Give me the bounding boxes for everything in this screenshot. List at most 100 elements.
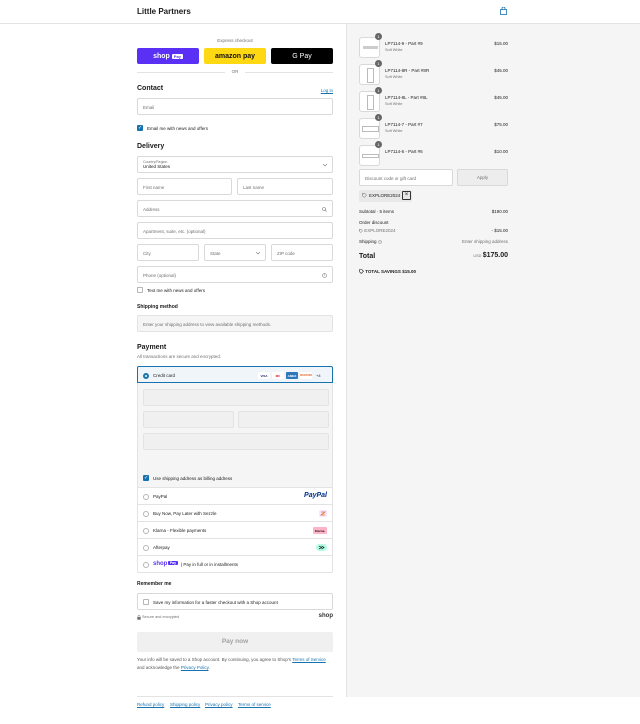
sezzle-radio[interactable] bbox=[143, 511, 149, 517]
shop-pay-button[interactable]: shop Pay bbox=[137, 48, 199, 64]
terms-of-service-footer-link[interactable]: Terms of service bbox=[238, 702, 271, 707]
city-field[interactable]: City bbox=[137, 244, 199, 261]
quantity-badge: 1 bbox=[375, 141, 382, 148]
discover-logo: DISCOVER bbox=[300, 372, 312, 379]
last-name-field[interactable]: Last name bbox=[237, 178, 333, 195]
country-select[interactable]: Country/Region United States bbox=[137, 156, 333, 173]
apply-button[interactable]: Apply bbox=[457, 169, 508, 186]
login-link[interactable]: Log in bbox=[321, 88, 333, 93]
phone-field[interactable]: Phone (optional) ? bbox=[137, 266, 333, 283]
lock-icon bbox=[137, 615, 141, 620]
help-icon[interactable]: ? bbox=[377, 240, 382, 244]
remember-me-title: Remember me bbox=[137, 581, 172, 587]
product-variant: Soft White bbox=[385, 48, 403, 52]
product-thumbnail bbox=[359, 91, 380, 112]
mastercard-logo: MC bbox=[272, 372, 284, 379]
legal-text-and: and acknowledge the bbox=[137, 664, 180, 670]
card-name-field[interactable] bbox=[143, 433, 329, 450]
terms-of-service-link[interactable]: Terms of Service bbox=[292, 657, 326, 662]
address-field[interactable]: Address bbox=[137, 200, 333, 217]
google-pay-label: G Pay bbox=[292, 52, 312, 60]
privacy-policy-link[interactable]: Privacy Policy bbox=[181, 665, 209, 670]
card-expiry-field[interactable] bbox=[143, 411, 234, 428]
shop-pay-installments-label: | Pay in full or in installments bbox=[181, 562, 238, 567]
shopping-bag-icon[interactable] bbox=[500, 7, 507, 15]
text-news-checkbox[interactable] bbox=[137, 287, 143, 293]
card-cvv-field[interactable] bbox=[238, 411, 329, 428]
remember-me-checkbox[interactable] bbox=[143, 599, 149, 605]
subtotal-label: Subtotal · 5 items bbox=[359, 209, 395, 214]
svg-text:?: ? bbox=[324, 274, 326, 278]
paypal-option[interactable]: PayPal PayPal bbox=[137, 488, 333, 505]
shipping-method-title: Shipping method bbox=[137, 304, 178, 310]
total-value-wrap: USD $175.00 bbox=[473, 252, 508, 259]
shipping-label: Shipping bbox=[359, 239, 377, 244]
billing-same-label: Use shipping address as billing address bbox=[153, 476, 233, 481]
help-icon[interactable]: ? bbox=[322, 273, 327, 278]
amazon-pay-label: amazon pay bbox=[214, 52, 256, 60]
refund-policy-link[interactable]: Refund policy bbox=[137, 702, 164, 707]
sezzle-logo-icon bbox=[319, 510, 327, 517]
quantity-badge: 1 bbox=[375, 114, 382, 121]
paypal-radio[interactable] bbox=[143, 494, 149, 500]
currency-code: USD bbox=[473, 254, 482, 258]
afterpay-logo-icon bbox=[316, 544, 327, 551]
credit-card-option[interactable]: Credit card VISA MC AMEX DISCOVER +4 bbox=[137, 366, 333, 383]
shop-pay-installments-logo: shop Pay bbox=[153, 561, 178, 567]
shipping-policy-link[interactable]: Shipping policy bbox=[170, 702, 200, 707]
visa-logo: VISA bbox=[258, 372, 270, 379]
cart-item: 1 LP7114-7 - Part #7 Soft White $75.00 bbox=[359, 114, 508, 140]
shop-pay-installments-logo-text: shop bbox=[153, 561, 168, 567]
legal-text-body: Your info will be saved to a Shop accoun… bbox=[137, 657, 292, 662]
afterpay-option[interactable]: Afterpay bbox=[137, 539, 333, 556]
total-label: Total bbox=[359, 253, 376, 260]
secure-encrypted-label: Secure and encrypted bbox=[142, 615, 180, 619]
or-divider: OR bbox=[137, 69, 333, 74]
footer-divider bbox=[137, 696, 333, 697]
shop-pay-installments-option[interactable]: shop Pay | Pay in full or in installments bbox=[137, 556, 333, 573]
cart-item: 1 LP7114-8R - Part #8R Soft White $45.00 bbox=[359, 60, 508, 86]
phone-placeholder: Phone (optional) bbox=[143, 273, 177, 278]
klarna-option[interactable]: Klarna - Flexible payments Klarna. bbox=[137, 522, 333, 539]
klarna-radio[interactable] bbox=[143, 528, 149, 534]
card-details-panel: ✓ Use shipping address as billing addres… bbox=[137, 383, 333, 488]
chevron-down-icon bbox=[323, 164, 327, 167]
delivery-title: Delivery bbox=[137, 143, 165, 150]
card-number-field[interactable] bbox=[143, 389, 329, 406]
subtotal-value: $190.00 bbox=[491, 209, 508, 214]
apartment-field[interactable]: Apartment, suite, etc. (optional) bbox=[137, 222, 333, 239]
credit-card-radio[interactable] bbox=[143, 373, 149, 379]
google-pay-button[interactable]: G Pay bbox=[271, 48, 333, 64]
chevron-down-icon bbox=[256, 252, 260, 255]
afterpay-radio[interactable] bbox=[143, 545, 149, 551]
amazon-pay-button[interactable]: amazon pay bbox=[204, 48, 266, 64]
discount-code-field[interactable]: Discount code or gift card bbox=[359, 169, 453, 186]
shipping-method-message: Enter your shipping address to view avai… bbox=[143, 322, 272, 327]
klarna-label: Klarna - Flexible payments bbox=[153, 528, 207, 533]
legal-text: Your info will be saved to a Shop accoun… bbox=[137, 656, 333, 671]
brand-logo[interactable]: Little Partners bbox=[137, 7, 191, 16]
state-placeholder: State bbox=[210, 251, 221, 256]
total-value: $175.00 bbox=[482, 252, 508, 259]
order-discount-label: Order discount bbox=[359, 220, 389, 225]
sezzle-option[interactable]: Buy Now, Pay Later with Sezzle bbox=[137, 505, 333, 522]
quantity-badge: 1 bbox=[375, 60, 382, 67]
total-row: Total USD $175.00 bbox=[359, 252, 508, 260]
product-price: $45.00 bbox=[494, 68, 508, 73]
product-thumbnail bbox=[359, 64, 380, 85]
email-news-checkbox[interactable]: ✓ bbox=[137, 125, 143, 131]
credit-card-label: Credit card bbox=[153, 373, 176, 378]
pay-now-button[interactable]: Pay now bbox=[137, 632, 333, 652]
shop-pay-installments-radio[interactable] bbox=[143, 562, 149, 568]
privacy-policy-footer-link[interactable]: Privacy policy bbox=[205, 702, 233, 707]
amex-logo: AMEX bbox=[286, 372, 298, 379]
billing-same-checkbox[interactable]: ✓ bbox=[143, 475, 149, 481]
zip-field[interactable]: ZIP code bbox=[271, 244, 333, 261]
email-field[interactable]: Email bbox=[137, 98, 333, 115]
search-icon bbox=[322, 207, 327, 212]
remember-me-box[interactable]: Save my information for a faster checkou… bbox=[137, 593, 333, 610]
total-savings-value: $15.00 bbox=[402, 269, 416, 274]
remove-discount-close-icon[interactable]: × bbox=[402, 191, 411, 200]
first-name-field[interactable]: First name bbox=[137, 178, 232, 195]
state-select[interactable]: State bbox=[204, 244, 266, 261]
